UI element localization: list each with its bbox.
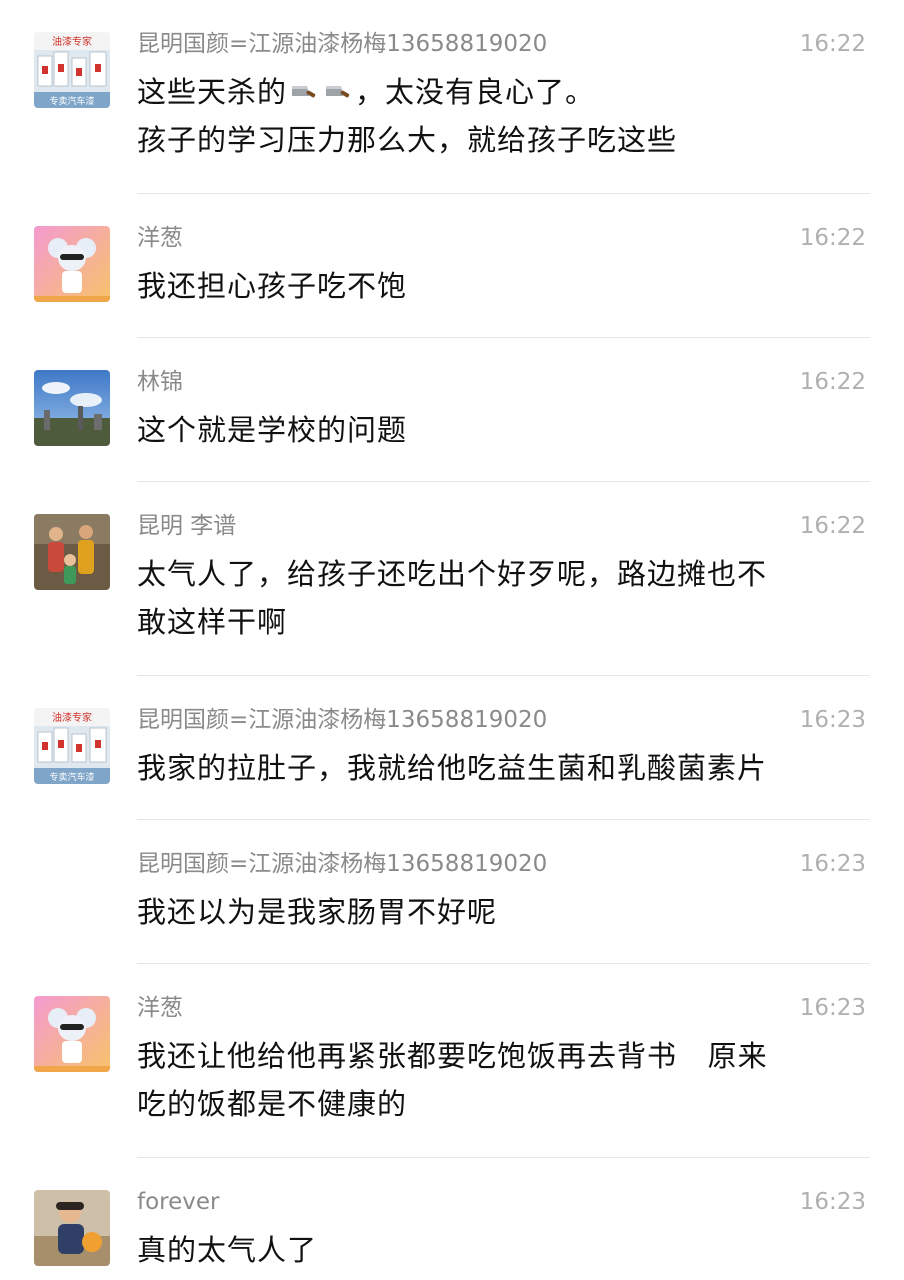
timestamp: 16:22	[799, 513, 866, 539]
sender-name: 林锦	[137, 369, 183, 395]
message-text: 我还让他给他再紧张都要吃饱饭再去背书 原来 吃的饭都是不健康的	[137, 1032, 867, 1128]
timestamp: 16:22	[799, 369, 866, 395]
message-line: 太气人了，给孩子还吃出个好歹呢，路边摊也不	[137, 557, 768, 591]
avatar-label-bottom: 专卖汽车漆	[49, 771, 94, 783]
message-line: 我还让他给他再紧张都要吃饱饭再去背书 原来	[137, 1039, 768, 1073]
message-line-part: ，太没有良心了。	[355, 75, 596, 109]
sender-name: 昆明国颜=江源油漆杨梅13658819020	[137, 707, 548, 733]
message-line: 我还担心孩子吃不饱	[137, 269, 408, 303]
sender-name: 洋葱	[137, 995, 183, 1021]
sender-name: 昆明国颜=江源油漆杨梅13658819020	[137, 851, 548, 877]
message-line: 这个就是学校的问题	[137, 413, 408, 447]
chat-message[interactable]: 油漆专家 专卖汽车漆 昆明国颜=江源油漆杨梅13658819020 16:22 …	[0, 0, 904, 194]
avatar[interactable]	[34, 226, 110, 302]
timestamp: 16:23	[799, 707, 866, 733]
sender-name: 洋葱	[137, 225, 183, 251]
avatar-label-top: 油漆专家	[52, 711, 92, 724]
message-text: 真的太气人了	[137, 1226, 867, 1274]
avatar[interactable]: 油漆专家 专卖汽车漆	[34, 32, 110, 108]
mouse-cartoon-avatar	[34, 996, 110, 1072]
message-text: 我还以为是我家肠胃不好呢	[137, 888, 867, 936]
mouse-cartoon-avatar	[34, 226, 110, 302]
avatar-label-bottom: 专卖汽车漆	[49, 95, 94, 107]
sender-name: forever	[137, 1189, 220, 1215]
avatar[interactable]	[34, 996, 110, 1072]
message-text: 太气人了，给孩子还吃出个好歹呢，路边摊也不 敢这样干啊	[137, 550, 867, 646]
message-line: 孩子的学习压力那么大，就给孩子吃这些	[137, 123, 678, 157]
sky-landscape-avatar	[34, 370, 110, 446]
cleaver-icon	[292, 86, 316, 98]
family-photo-avatar	[34, 514, 110, 590]
chat-message[interactable]: 昆明国颜=江源油漆杨梅13658819020 16:23 我还以为是我家肠胃不好…	[0, 820, 904, 964]
timestamp: 16:22	[799, 225, 866, 251]
sender-name: 昆明 李谱	[137, 513, 237, 539]
message-text: 我家的拉肚子，我就给他吃益生菌和乳酸菌素片	[137, 744, 867, 792]
message-line-part: 这些天杀的	[137, 75, 288, 109]
cleaver-icon	[326, 86, 350, 98]
message-text: 我还担心孩子吃不饱	[137, 262, 867, 310]
timestamp: 16:22	[799, 31, 866, 57]
child-photo-avatar	[34, 1190, 110, 1266]
paint-shop-avatar: 油漆专家 专卖汽车漆	[34, 708, 110, 784]
paint-shop-avatar: 油漆专家 专卖汽车漆	[34, 32, 110, 108]
sender-name: 昆明国颜=江源油漆杨梅13658819020	[137, 31, 548, 57]
message-line: 敢这样干啊	[137, 605, 288, 639]
message-line: 我家的拉肚子，我就给他吃益生菌和乳酸菌素片	[137, 751, 768, 785]
message-line: 我还以为是我家肠胃不好呢	[137, 895, 498, 929]
message-line: 吃的饭都是不健康的	[137, 1087, 408, 1121]
avatar[interactable]	[34, 1190, 110, 1266]
chat-message[interactable]: 洋葱 16:22 我还担心孩子吃不饱	[0, 194, 904, 338]
timestamp: 16:23	[799, 995, 866, 1021]
chat-message[interactable]: 洋葱 16:23 我还让他给他再紧张都要吃饱饭再去背书 原来 吃的饭都是不健康的	[0, 964, 904, 1158]
chat-message[interactable]: 昆明 李谱 16:22 太气人了，给孩子还吃出个好歹呢，路边摊也不 敢这样干啊	[0, 482, 904, 676]
avatar[interactable]: 油漆专家 专卖汽车漆	[34, 708, 110, 784]
timestamp: 16:23	[799, 851, 866, 877]
chat-message[interactable]: forever 16:23 真的太气人了	[0, 1158, 904, 1280]
message-line: 真的太气人了	[137, 1233, 318, 1267]
message-text: 这些天杀的 ，太没有良心了。 孩子的学习压力那么大，就给孩子吃这些	[137, 68, 867, 164]
message-line: 这些天杀的 ，太没有良心了。	[137, 68, 867, 116]
avatar-label-top: 油漆专家	[52, 35, 92, 48]
message-text: 这个就是学校的问题	[137, 406, 867, 454]
chat-message[interactable]: 油漆专家 专卖汽车漆 昆明国颜=江源油漆杨梅13658819020 16:23 …	[0, 676, 904, 820]
timestamp: 16:23	[799, 1189, 866, 1215]
avatar[interactable]	[34, 514, 110, 590]
chat-message[interactable]: 林锦 16:22 这个就是学校的问题	[0, 338, 904, 482]
avatar[interactable]	[34, 370, 110, 446]
